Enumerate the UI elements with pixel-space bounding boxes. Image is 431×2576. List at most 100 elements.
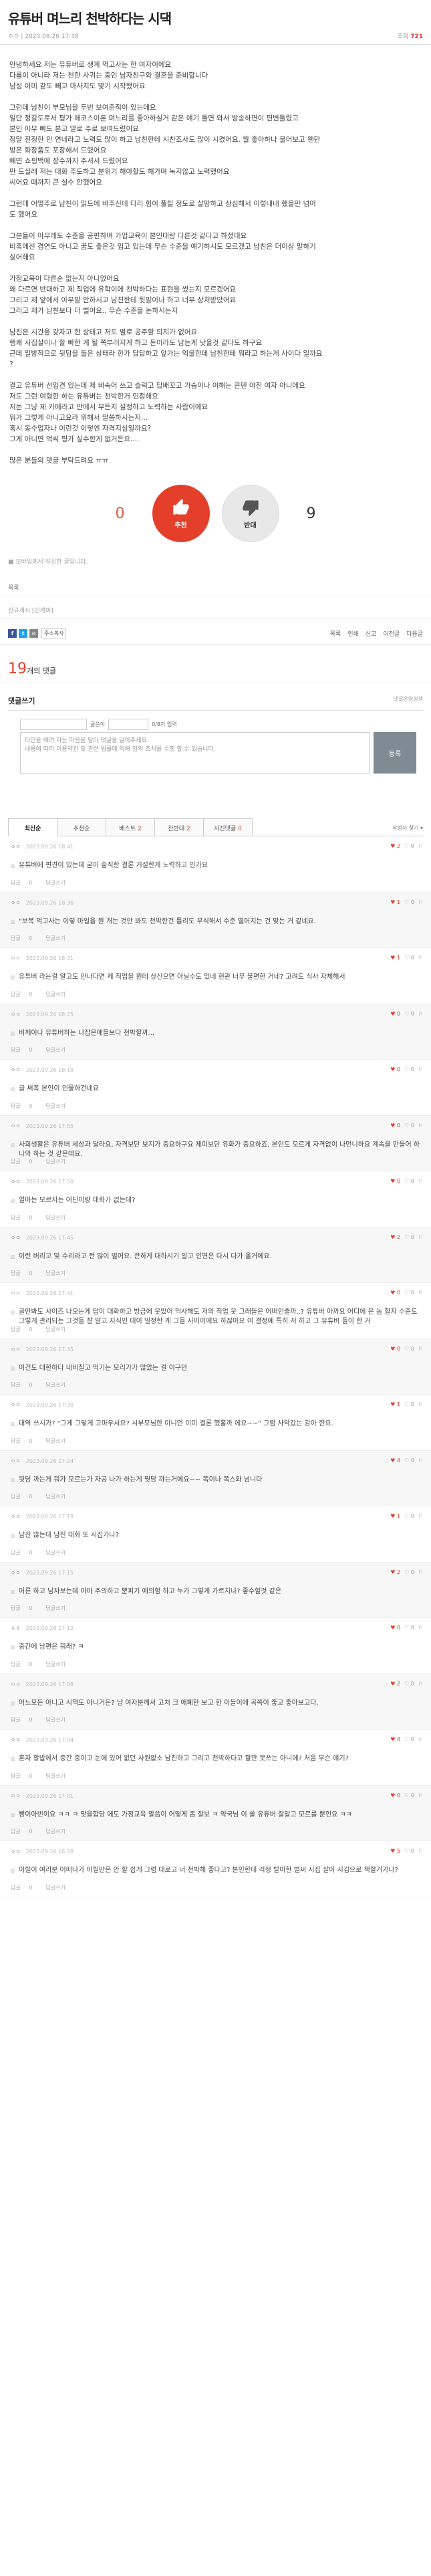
reply-write-link[interactable]: 답글쓰기 [45,1326,65,1332]
reply-write-link[interactable]: 답글쓰기 [45,1885,65,1891]
submit-button[interactable]: 등록 [374,732,416,774]
comment-dislike[interactable]: ♡ 0 [404,1123,414,1130]
comment-report-icon[interactable]: ⚐ [418,1457,423,1465]
comment-author[interactable]: ㅇㅇ 2023.09.26 17:41 [11,1290,74,1297]
comment-dislike[interactable]: ♡ 0 [404,1290,414,1297]
comment-dislike[interactable]: ♡ 0 [404,1066,414,1074]
reply-count[interactable]: 답글 0 [11,935,39,941]
comment-like[interactable]: ♥ 0 [390,1178,400,1185]
reply-count[interactable]: 답글 0 [11,1773,39,1779]
list-link[interactable]: 목록 [0,566,431,596]
comment-report-icon[interactable]: ⚐ [418,1513,423,1520]
comment-dislike[interactable]: ♡ 0 [404,1513,414,1520]
tool-2[interactable]: 신고 [366,629,377,638]
comment-report-icon[interactable]: ⚐ [418,1346,423,1353]
comment-like[interactable]: ♥ 2 [390,843,400,850]
comment-like[interactable]: ♥ 2 [390,1234,400,1242]
comment-report-icon[interactable]: ⚐ [418,955,423,962]
comment-like[interactable]: ♥ 4 [390,1736,400,1744]
reply-count[interactable]: 답글 0 [11,1717,39,1723]
reply-count[interactable]: 답글 0 [11,1885,39,1891]
comment-like[interactable]: ♥ 0 [390,1290,400,1297]
comment-report-icon[interactable]: ⚐ [418,1178,423,1185]
post-tags[interactable]: 신규게시 [인게이] [0,596,431,619]
comment-like[interactable]: ♥ 1 [390,899,400,907]
tab-4[interactable]: 사진댓글 0 [203,818,253,836]
reply-count[interactable]: 답글 0 [11,1047,39,1053]
comment-author[interactable]: ㅇㅇ 2023.09.26 18:36 [11,899,74,907]
reply-write-link[interactable]: 답글쓰기 [45,935,65,941]
comment-author[interactable]: ㅇㅇ 2023.09.26 17:30 [11,1401,74,1409]
comment-report-icon[interactable]: ⚐ [418,899,423,907]
link-icon[interactable]: ∞ [29,629,38,638]
comment-textarea[interactable]: 타인을 배려 하는 마음을 담아 댓글을 달아주세요. 내용에 따라 이용약관 … [20,732,370,774]
comment-author[interactable]: ㅇㅇ 2023.09.26 18:41 [11,843,74,850]
reply-write-link[interactable]: 답글쓰기 [45,1717,65,1723]
reply-write-link[interactable]: 답글쓰기 [45,1605,65,1611]
comment-author[interactable]: ㅇㅇ 2023.09.26 17:01 [11,1792,74,1800]
comment-like[interactable]: ♥ 0 [390,1123,400,1130]
comment-author[interactable]: ㅎㅎ 2023.09.26 17:12 [11,1625,74,1632]
name-input[interactable] [20,719,87,730]
comment-like[interactable]: ♥ 1 [390,955,400,962]
comment-author[interactable]: ㅇㅇ 2023.09.26 17:15 [11,1569,74,1576]
comment-author[interactable]: ㅇㅇ 2023.09.26 17:04 [11,1736,74,1744]
reply-count[interactable]: 답글 0 [11,880,39,886]
reply-write-link[interactable]: 답글쓰기 [45,880,65,886]
comment-author[interactable]: ㅇㅇ 2023.09.26 17:55 [11,1123,74,1130]
reply-write-link[interactable]: 답글쓰기 [45,1494,65,1500]
comment-like[interactable]: ♥ 1 [390,1401,400,1409]
comment-dislike[interactable]: ♡ 0 [404,1569,414,1576]
sort-dropdown[interactable]: 작성자 찾기 ▾ [392,824,423,836]
reply-write-link[interactable]: 답글쓰기 [45,1661,65,1667]
reply-count[interactable]: 답글 0 [11,1438,39,1444]
comment-dislike[interactable]: ♡ 0 [404,1681,414,1688]
comment-author[interactable]: ㅇㅇ 2023.09.26 17:19 [11,1513,74,1520]
comment-author[interactable]: ㅇㅇ 2023.09.26 16:58 [11,1848,74,1855]
comment-dislike[interactable]: ♡ 0 [404,1011,414,1018]
comment-like[interactable]: ♥ 0 [390,1625,400,1632]
reply-count[interactable]: 답글 0 [11,991,39,998]
comment-dislike[interactable]: ♡ 0 [404,1736,414,1744]
reply-count[interactable]: 답글 0 [11,1159,39,1165]
comment-author[interactable]: ㅇㅇ 2023.09.26 17:35 [11,1346,74,1353]
reply-write-link[interactable]: 답글쓰기 [45,1550,65,1556]
comment-author[interactable]: ㅇㅇ 2023.09.26 17:50 [11,1178,74,1185]
reply-write-link[interactable]: 답글쓰기 [45,1438,65,1444]
comment-dislike[interactable]: ♡ 0 [404,1625,414,1632]
copy-url-button[interactable]: 주소복사 [41,628,67,638]
comment-report-icon[interactable]: ⚐ [418,1625,423,1632]
comment-report-icon[interactable]: ⚐ [418,843,423,850]
comment-dislike[interactable]: ♡ 0 [404,1848,414,1855]
comment-report-icon[interactable]: ⚐ [418,1681,423,1688]
reply-count[interactable]: 답글 0 [11,1494,39,1500]
comment-report-icon[interactable]: ⚐ [418,1234,423,1242]
comment-dislike[interactable]: ♡ 0 [404,1792,414,1800]
comment-like[interactable]: ♥ 5 [390,1848,400,1855]
tool-4[interactable]: 다음글 [406,629,423,638]
comment-report-icon[interactable]: ⚐ [418,1011,423,1018]
reply-count[interactable]: 답글 0 [11,1103,39,1109]
password-input[interactable] [108,719,149,730]
comment-report-icon[interactable]: ⚐ [418,1736,423,1744]
comment-author[interactable]: ㅇㅇ 2023.09.26 18:18 [11,1066,74,1074]
comment-report-icon[interactable]: ⚐ [418,1792,423,1800]
reply-write-link[interactable]: 답글쓰기 [45,1215,65,1221]
comment-like[interactable]: ♥ 4 [390,1457,400,1465]
comment-dislike[interactable]: ♡ 0 [404,1346,414,1353]
reply-write-link[interactable]: 답글쓰기 [45,1047,65,1053]
reply-count[interactable]: 답글 0 [11,1326,39,1332]
downvote-button[interactable]: 반대 [221,485,279,542]
comment-like[interactable]: ♥ 2 [390,1569,400,1576]
reply-count[interactable]: 답글 0 [11,1829,39,1835]
reply-count[interactable]: 답글 0 [11,1605,39,1611]
tool-0[interactable]: 목록 [330,629,341,638]
comment-report-icon[interactable]: ⚐ [418,1569,423,1576]
reply-count[interactable]: 답글 0 [11,1382,39,1388]
reply-write-link[interactable]: 답글쓰기 [45,1270,65,1276]
tab-2[interactable]: 베스트 2 [106,818,155,836]
comment-author[interactable]: ㅇㅇ 2023.09.26 18:31 [11,955,74,962]
reply-count[interactable]: 답글 0 [11,1661,39,1667]
post-author[interactable]: ㅇㅇ [8,33,19,40]
tab-1[interactable]: 추천순 [57,818,106,836]
